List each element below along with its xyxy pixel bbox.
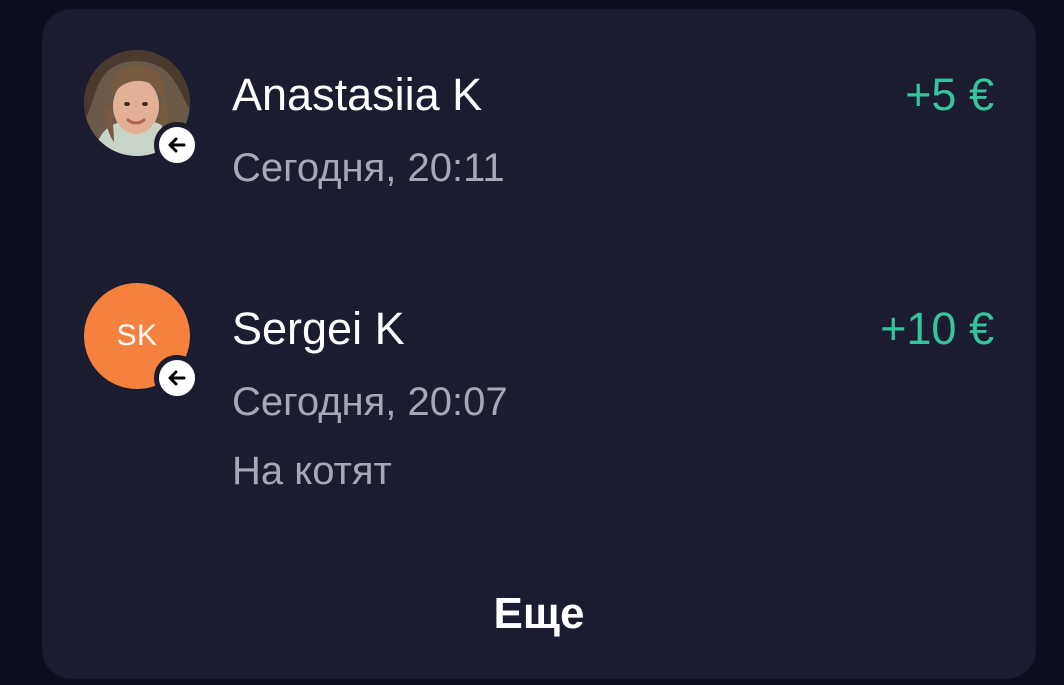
avatar bbox=[84, 50, 200, 168]
transaction-row[interactable]: SK Sergei K Сегодня, 20:07 На котят +10 … bbox=[42, 239, 1036, 509]
transaction-date: Сегодня, 20:07 bbox=[232, 380, 508, 424]
show-more-button[interactable]: Еще bbox=[42, 579, 1036, 649]
transaction-amount: +10 € bbox=[880, 303, 994, 354]
sender-name: Anastasiia K bbox=[232, 69, 483, 120]
arrow-left-icon bbox=[168, 370, 186, 386]
arrow-left-icon bbox=[168, 137, 186, 153]
transaction-comment: На котят bbox=[232, 449, 392, 493]
transactions-card: Anastasiia K Сегодня, 20:11 +5 € SK Serg… bbox=[42, 9, 1036, 679]
incoming-badge bbox=[154, 355, 200, 401]
sender-name: Sergei K bbox=[232, 303, 405, 354]
transaction-row[interactable]: Anastasiia K Сегодня, 20:11 +5 € bbox=[42, 9, 1036, 229]
transaction-amount: +5 € bbox=[905, 69, 994, 120]
avatar: SK bbox=[84, 283, 200, 401]
transaction-date: Сегодня, 20:11 bbox=[232, 146, 505, 190]
incoming-badge bbox=[154, 122, 200, 168]
